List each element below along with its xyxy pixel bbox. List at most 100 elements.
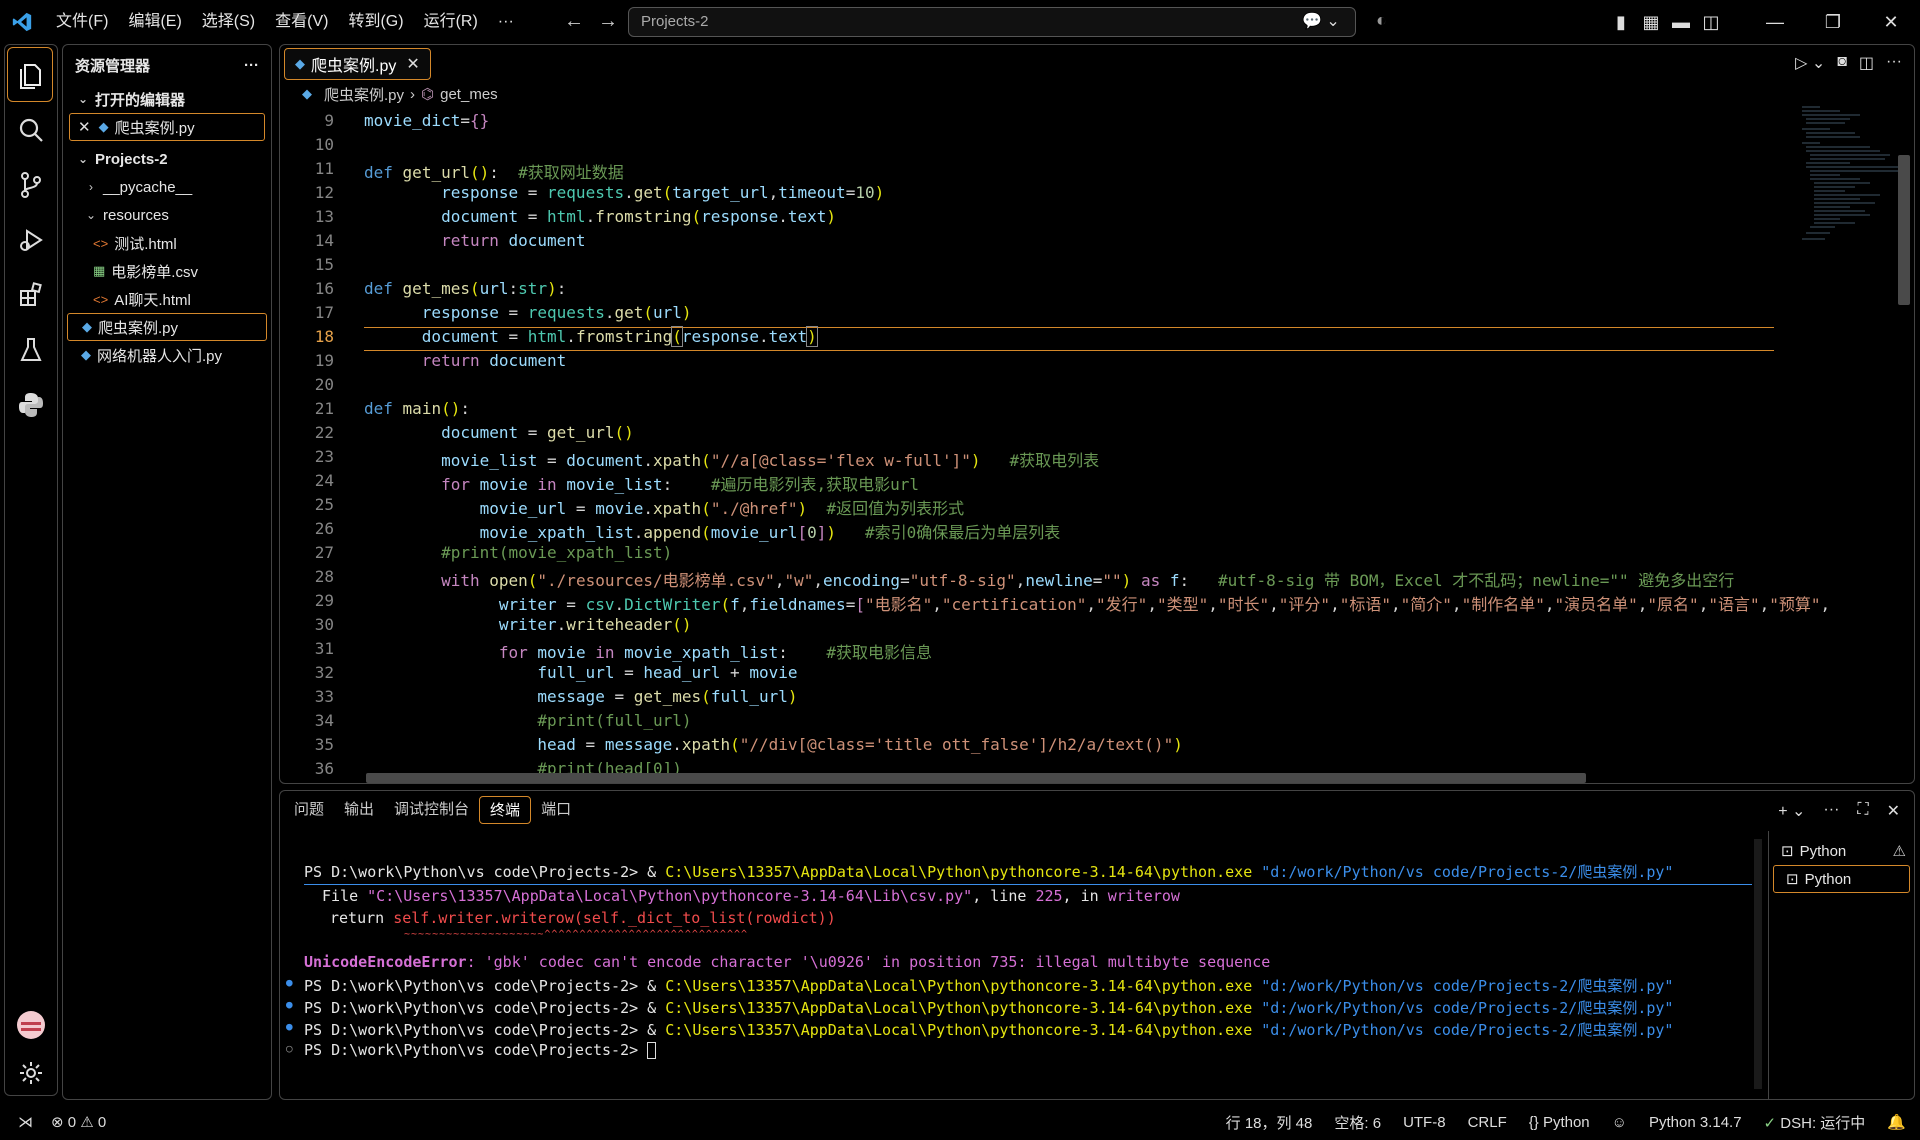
breadcrumb-file[interactable]: 爬虫案例.py [324, 84, 404, 105]
new-terminal-icon[interactable]: + ⌄ [1778, 801, 1805, 821]
line-number: 18 [314, 327, 334, 346]
tree-item-resources[interactable]: ⌄ resources [63, 201, 271, 229]
tree-label: 网络机器人入门.py [97, 347, 223, 365]
command-center-search[interactable]: Projects-2 [628, 7, 1356, 37]
remote-icon[interactable]: ⋊ [18, 1113, 33, 1131]
terminal-line: PS D:\work\Python\vs code\Projects-2> & … [304, 999, 1674, 1017]
menu-run[interactable]: 运行(R) [414, 0, 488, 44]
run-python-icon[interactable]: ▷ ⌄ [1795, 53, 1825, 73]
account-avatar-icon[interactable] [5, 997, 57, 1052]
tab-debug-console[interactable]: 调试控制台 [384, 796, 479, 824]
explorer-more-icon[interactable]: ··· [244, 57, 259, 74]
customize-layout-icon[interactable]: ▦ [1636, 12, 1666, 33]
toggle-secondary-sidebar-icon[interactable]: ◫ [1696, 12, 1726, 33]
chevron-down-icon: ⌄ [77, 92, 89, 106]
tab-ports[interactable]: 端口 [531, 796, 581, 824]
python-icon[interactable] [5, 377, 57, 432]
code-line: return document [421, 351, 567, 370]
line-number: 10 [314, 135, 334, 154]
panel-more-icon[interactable]: ··· [1823, 801, 1839, 821]
search-icon[interactable] [5, 102, 57, 157]
open-editors-section[interactable]: ⌄ 打开的编辑器 [63, 85, 271, 113]
tab-terminal[interactable]: 终端 [479, 796, 532, 824]
notifications-bell-icon[interactable]: 🔔 [1887, 1113, 1906, 1131]
copilot-status-icon[interactable]: ☺ [1612, 1114, 1627, 1131]
accounts-icon[interactable]: ◐ [1376, 10, 1387, 31]
breadcrumb-symbol[interactable]: get_mes [440, 86, 498, 103]
menu-go[interactable]: 转到(G) [338, 0, 413, 44]
end-of-line[interactable]: CRLF [1468, 1114, 1507, 1131]
testing-icon[interactable] [5, 322, 57, 377]
tree-item-robot-py[interactable]: ◆ 网络机器人入门.py [63, 341, 271, 369]
terminal-instance[interactable]: ⊡ Python [1773, 865, 1910, 893]
maximize-panel-icon[interactable]: ⛶ [1857, 801, 1868, 821]
menu-edit[interactable]: 编辑(E) [118, 0, 191, 44]
code-line: movie_url = movie.xpath("./@href") #返回值为… [479, 499, 965, 518]
menu-selection[interactable]: 选择(S) [192, 0, 265, 44]
toggle-panel-icon[interactable]: ▬ [1666, 12, 1696, 33]
horizontal-scrollbar[interactable] [366, 773, 1586, 783]
forward-arrow-icon[interactable]: → [598, 10, 618, 33]
terminal-list: ⊡ Python ⚠ ⊡ Python [1768, 831, 1914, 1099]
menu-file[interactable]: 文件(F) [46, 0, 118, 44]
encoding[interactable]: UTF-8 [1403, 1114, 1446, 1131]
minimize-icon[interactable]: — [1746, 12, 1804, 33]
project-folder[interactable]: ⌄ Projects-2 [63, 145, 271, 173]
toggle-sidebar-icon[interactable]: ▮ [1606, 12, 1636, 33]
settings-gear-icon[interactable] [5, 1045, 57, 1100]
code-line: movie_list = document.xpath("//a[@class=… [441, 451, 1100, 470]
menu-view[interactable]: 查看(V) [265, 0, 338, 44]
explorer-icon[interactable] [7, 47, 53, 102]
tree-item-test-html[interactable]: <> 测试.html [63, 229, 271, 257]
indentation[interactable]: 空格: 6 [1334, 1112, 1381, 1133]
success-dot-icon: ● [286, 1020, 293, 1033]
tree-label: resources [103, 206, 169, 224]
python-file-icon: ◆ [82, 319, 92, 334]
tree-item-pycache[interactable]: › __pycache__ [63, 173, 271, 201]
source-control-icon[interactable] [5, 157, 57, 212]
tree-item-ai-chat-html[interactable]: <> AI聊天.html [63, 285, 271, 313]
tree-item-movie-csv[interactable]: ▦ 电影榜单.csv [63, 257, 271, 285]
close-window-icon[interactable]: ✕ [1862, 12, 1920, 33]
terminal-icon: ⊡ [1786, 871, 1799, 888]
menu-more[interactable]: ··· [488, 0, 524, 44]
more-actions-icon[interactable]: ··· [1886, 53, 1902, 73]
dsh-status[interactable]: ✓ DSH: 运行中 [1764, 1112, 1866, 1133]
line-number: 27 [314, 543, 334, 562]
extensions-icon[interactable] [5, 267, 57, 322]
copilot-icon[interactable]: ◙ [1837, 53, 1847, 73]
language-label: Python [1542, 1113, 1590, 1131]
split-editor-icon[interactable]: ◫ [1859, 53, 1874, 73]
tab-output[interactable]: 输出 [334, 796, 384, 824]
editor-tab[interactable]: ◆ 爬虫案例.py ✕ [284, 48, 431, 80]
close-tab-icon[interactable]: ✕ [406, 54, 419, 74]
close-icon[interactable]: ✕ [78, 118, 91, 136]
terminal-prompt[interactable]: PS D:\work\Python\vs code\Projects-2> [304, 1041, 657, 1059]
code-line: return document [441, 231, 586, 250]
language-mode[interactable]: {} Python [1529, 1114, 1590, 1131]
tab-problems[interactable]: 问题 [284, 796, 334, 824]
cursor-position[interactable]: 行 18，列 48 [1226, 1112, 1313, 1133]
line-number: 13 [314, 207, 334, 226]
code-area[interactable]: 9 movie_dict={} 10 11 def get_url(): #获取… [280, 111, 1830, 778]
python-interpreter[interactable]: Python 3.14.7 [1649, 1114, 1742, 1131]
terminal-scrollbar[interactable] [1754, 839, 1762, 1089]
maximize-icon[interactable]: ❐ [1804, 12, 1862, 33]
vertical-scrollbar[interactable] [1898, 155, 1910, 305]
explorer-sidebar: 资源管理器 ··· ⌄ 打开的编辑器 ✕ ◆ 爬虫案例.py ⌄ Projects-… [62, 44, 272, 1100]
line-number: 32 [314, 663, 334, 682]
menu-bar: 文件(F) 编辑(E) 选择(S) 查看(V) 转到(G) 运行(R) ··· [46, 0, 524, 44]
terminal-line: PS D:\work\Python\vs code\Projects-2> & … [304, 977, 1674, 995]
run-debug-icon[interactable] [5, 212, 57, 267]
close-panel-icon[interactable]: ✕ [1887, 801, 1900, 821]
back-arrow-icon[interactable]: ← [564, 10, 584, 33]
problems-status[interactable]: ⊗ 0 ⚠ 0 [51, 1113, 106, 1131]
code-line: for movie in movie_list: #遍历电影列表,获取电影url [441, 475, 919, 494]
terminal-output[interactable]: PS D:\work\Python\vs code\Projects-2> & … [280, 831, 1752, 1099]
minimap[interactable] [1800, 103, 1910, 253]
open-editor-item[interactable]: ✕ ◆ 爬虫案例.py [69, 113, 265, 141]
copilot-chat-icon[interactable]: 💬 ⌄ [1302, 11, 1340, 31]
tree-item-crawler-py[interactable]: ◆ 爬虫案例.py [67, 313, 267, 341]
terminal-instance[interactable]: ⊡ Python ⚠ [1769, 837, 1914, 865]
editor-tab-label: 爬虫案例.py [311, 58, 397, 75]
